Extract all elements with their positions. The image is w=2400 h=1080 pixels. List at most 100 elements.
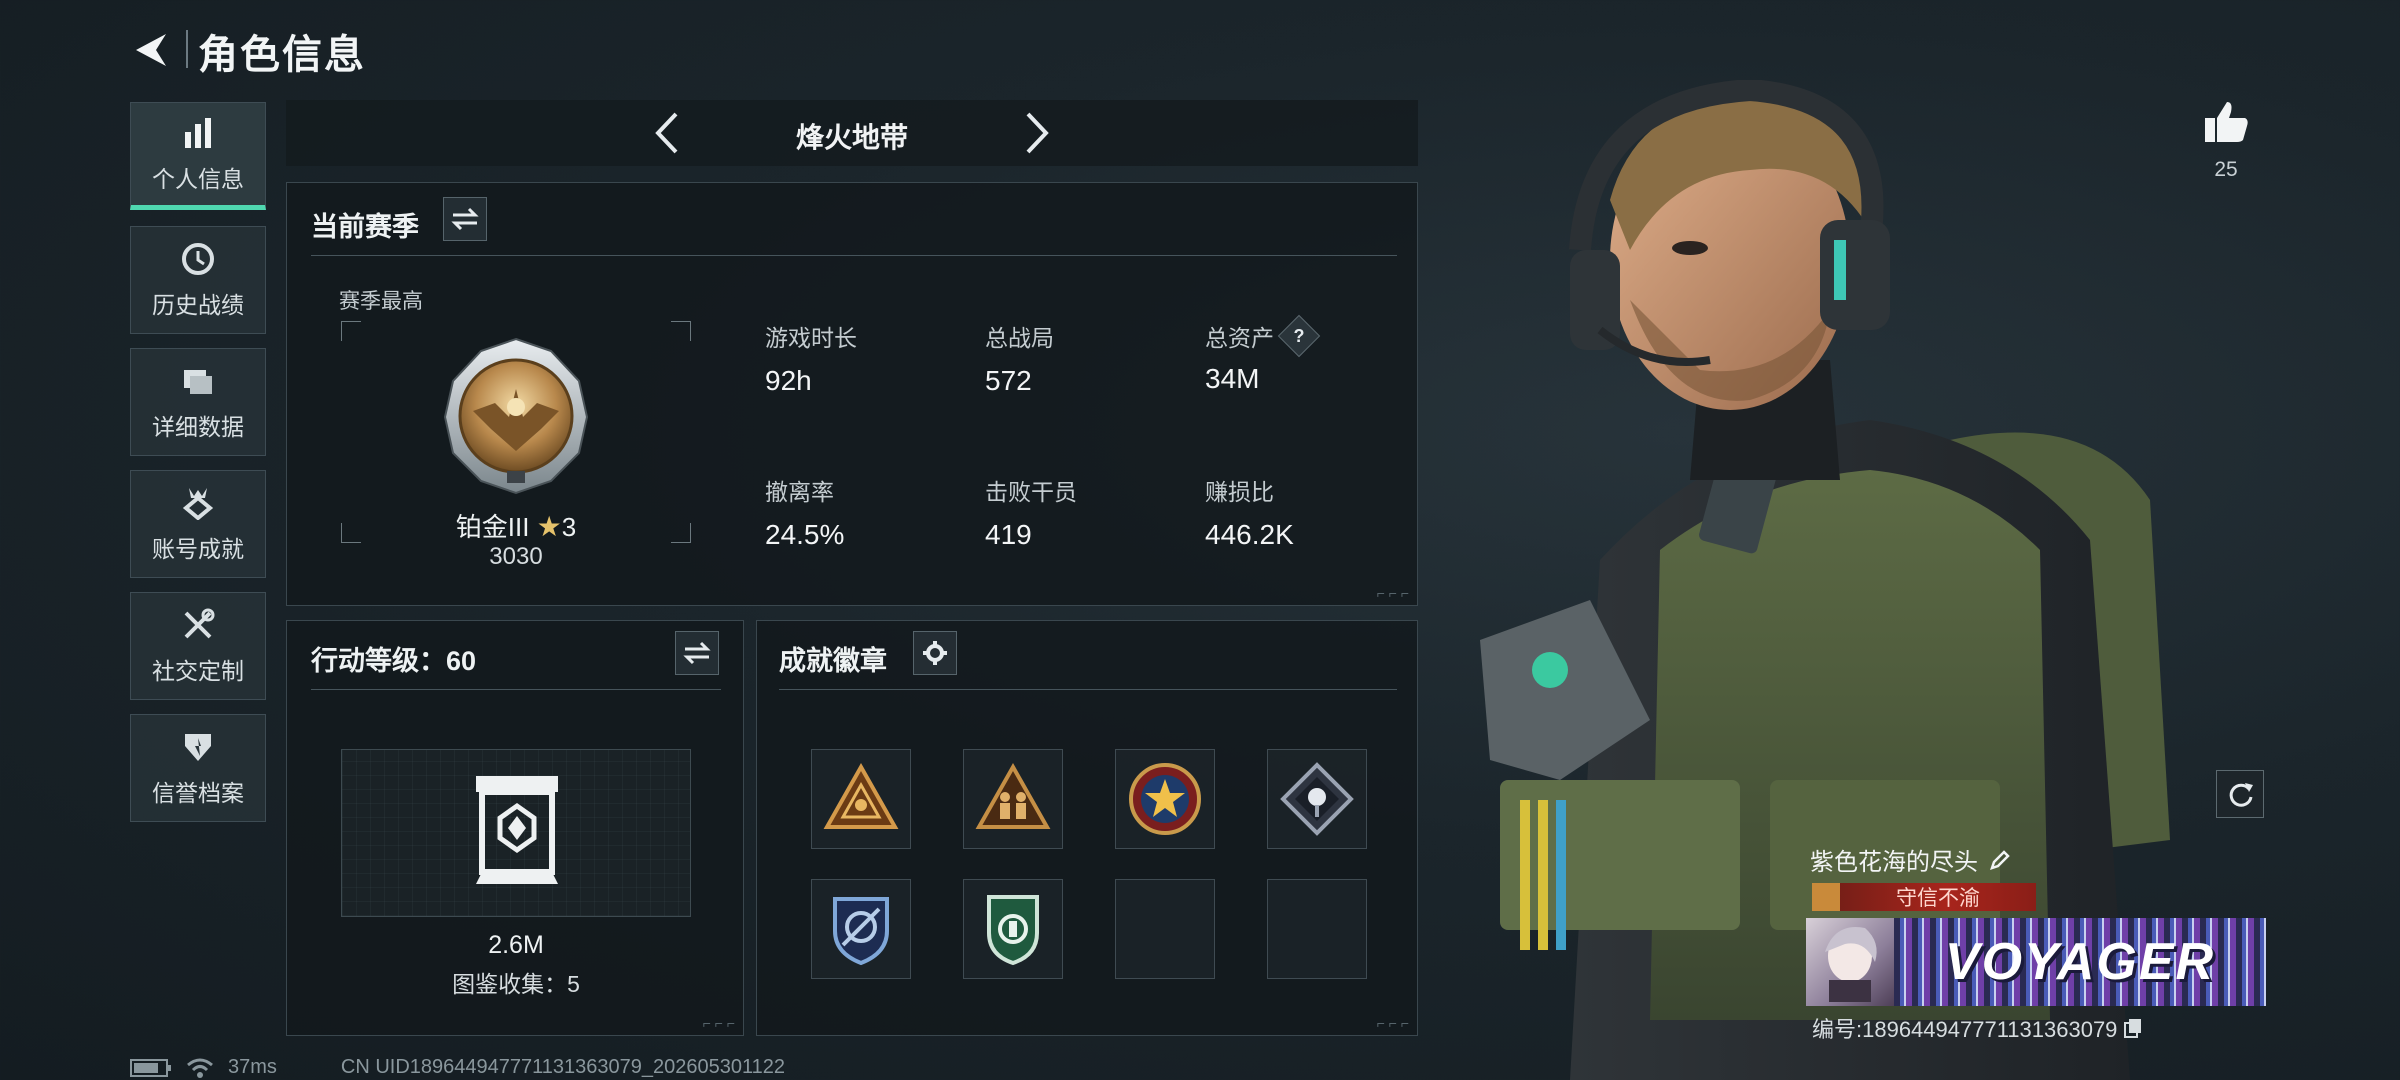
- badges-title: 成就徽章: [779, 646, 887, 676]
- next-mode-button[interactable]: [1012, 108, 1062, 158]
- player-name-row: 紫色花海的尽头: [1810, 842, 2012, 877]
- like-button[interactable]: [2200, 96, 2252, 148]
- panel-divider: [311, 255, 1397, 256]
- back-button[interactable]: [126, 24, 178, 76]
- action-level-switch-button[interactable]: [675, 631, 719, 675]
- stat-total-matches: 总战局 572: [985, 319, 1054, 397]
- pencil-icon: [1990, 849, 2010, 870]
- rank-name: 铂金III: [455, 512, 530, 542]
- soldiers-triangle-badge-icon: [975, 762, 1051, 829]
- clock-icon: [179, 240, 217, 278]
- sidebar-item-label: 账号成就: [152, 536, 244, 562]
- mode-title: 烽火地带: [795, 122, 908, 153]
- stat-label: 撤离率: [765, 479, 834, 505]
- badge-slot[interactable]: [811, 749, 911, 849]
- swap-icon: [683, 641, 711, 665]
- badge-slot[interactable]: [811, 879, 911, 979]
- star-icon: ★: [536, 511, 562, 542]
- honor-title-badge[interactable]: 守信不渝: [1812, 883, 2036, 911]
- sidebar-item-social[interactable]: 社交定制: [130, 592, 266, 700]
- star-round-badge-icon: [1129, 763, 1201, 835]
- stat-label: 总资产: [1205, 325, 1274, 351]
- triangle-eye-badge-icon: [823, 762, 899, 829]
- edit-name-button[interactable]: [1988, 848, 2012, 872]
- rank-points: 3030: [489, 543, 543, 570]
- voyager-nameplate: VOYAGER: [1894, 918, 2266, 1006]
- badge-slot[interactable]: [1267, 749, 1367, 849]
- panel-divider: [779, 689, 1397, 690]
- avatar[interactable]: [1806, 918, 1894, 1006]
- battery-icon: [130, 1058, 172, 1078]
- uid-value: CN UID18964494777113136307​9_20260530112…: [340, 1056, 786, 1078]
- empty-badge-slot[interactable]: [1267, 879, 1367, 979]
- badge-slot[interactable]: [963, 749, 1063, 849]
- stat-value: 92h: [765, 365, 812, 396]
- stat-label: 击败干员: [985, 479, 1077, 505]
- stat-value: 446.2K: [1205, 519, 1294, 550]
- copy-icon: [2124, 1019, 2142, 1038]
- sidebar-item-label: 详细数据: [152, 414, 244, 440]
- help-icon[interactable]: ?: [1277, 314, 1321, 358]
- mode-switcher: 烽火地带: [286, 100, 1418, 166]
- badge-slot[interactable]: [963, 879, 1063, 979]
- sidebar-item-history[interactable]: 历史战绩: [130, 226, 266, 334]
- sidebar-item-label: 信誉档案: [152, 780, 244, 806]
- action-level-title: 行动等级：60: [311, 646, 477, 676]
- panel-corner-deco: ⌐ ⌐ ⌐: [1376, 1015, 1409, 1031]
- header-divider: [186, 30, 188, 68]
- season-switch-button[interactable]: [443, 197, 487, 241]
- rotate-model-button[interactable]: [2216, 770, 2264, 818]
- stat-label: 游戏时长: [765, 325, 857, 351]
- stat-extract-rate: 撤离率 24.5%: [765, 473, 844, 551]
- stat-value: 419: [985, 519, 1032, 550]
- stat-playtime: 游戏时长 92h: [765, 319, 857, 397]
- copy-id-button[interactable]: [2123, 1017, 2143, 1039]
- banner-text: VOYAGER: [1944, 933, 2216, 991]
- player-name: 紫色花海的尽头: [1810, 849, 1978, 876]
- stat-profit-ratio: 赚损比 446.2K: [1205, 473, 1294, 551]
- rank-stars: 3: [561, 512, 577, 542]
- medal-icon: [179, 484, 217, 522]
- stat-total-assets: 总资产 ? 34M: [1205, 314, 1321, 395]
- ping-value: 37ms: [228, 1056, 277, 1078]
- collection-count: 图鉴收集：5: [452, 971, 580, 997]
- sidebar-item-achievements[interactable]: 账号成就: [130, 470, 266, 578]
- collection-display[interactable]: [341, 749, 691, 917]
- badges-settings-button[interactable]: [913, 631, 957, 675]
- stat-value: 34M: [1205, 363, 1260, 394]
- sidebar-item-details[interactable]: 详细数据: [130, 348, 266, 456]
- sidebar-item-label: 社交定制: [152, 658, 244, 684]
- swap-icon: [451, 207, 479, 231]
- panel-corner-deco: ⌐ ⌐ ⌐: [1376, 585, 1409, 601]
- badges-panel: 成就徽章 ⌐ ⌐ ⌐: [756, 620, 1418, 1036]
- status-bar: 37ms CN UID18964494777113136307​9_202605…: [130, 1056, 785, 1079]
- sidebar-item-reputation[interactable]: 信誉档案: [130, 714, 266, 822]
- sidebar-item-label: 历史战绩: [152, 292, 244, 318]
- folder-icon: [179, 362, 217, 400]
- back-arrow-icon: [136, 34, 166, 66]
- panel-divider: [311, 689, 721, 690]
- stat-value: 24.5%: [765, 519, 845, 550]
- season-panel: 当前赛季 赛季最高 铂金III ★3 3030 游戏时长 92h 总战局 572…: [286, 182, 1418, 606]
- season-title: 当前赛季: [311, 212, 419, 242]
- badge-slot[interactable]: [1115, 749, 1215, 849]
- action-level-panel: 行动等级：60 2.6M 图鉴收集：5 ⌐ ⌐ ⌐: [286, 620, 744, 1036]
- diamond-flower-badge-icon: [1280, 762, 1354, 836]
- shield-icon: [179, 728, 217, 766]
- collection-case-icon: [472, 772, 562, 893]
- empty-badge-slot[interactable]: [1115, 879, 1215, 979]
- player-id-row: 编号:18964494777113136307​9: [1812, 1012, 2143, 1044]
- page-title: 角色信息: [198, 33, 366, 77]
- rank-info: 铂金III ★3: [341, 507, 691, 544]
- chevron-right-icon: [1026, 112, 1049, 154]
- panel-corner-deco: ⌐ ⌐ ⌐: [702, 1015, 735, 1031]
- thumbs-up-icon: [2205, 102, 2248, 142]
- sidebar-item-label: 个人信息: [152, 166, 244, 192]
- sidebar-item-profile[interactable]: 个人信息: [130, 102, 266, 210]
- player-id: 编号:18964494777113136307​9: [1812, 1017, 2118, 1042]
- refresh-icon: [2229, 783, 2253, 807]
- blue-shield-badge-icon: [833, 897, 889, 966]
- platinum-rank-emblem-icon: [433, 333, 599, 499]
- profile-banner[interactable]: VOYAGER: [1806, 918, 2266, 1006]
- bar-chart-icon: [179, 114, 217, 152]
